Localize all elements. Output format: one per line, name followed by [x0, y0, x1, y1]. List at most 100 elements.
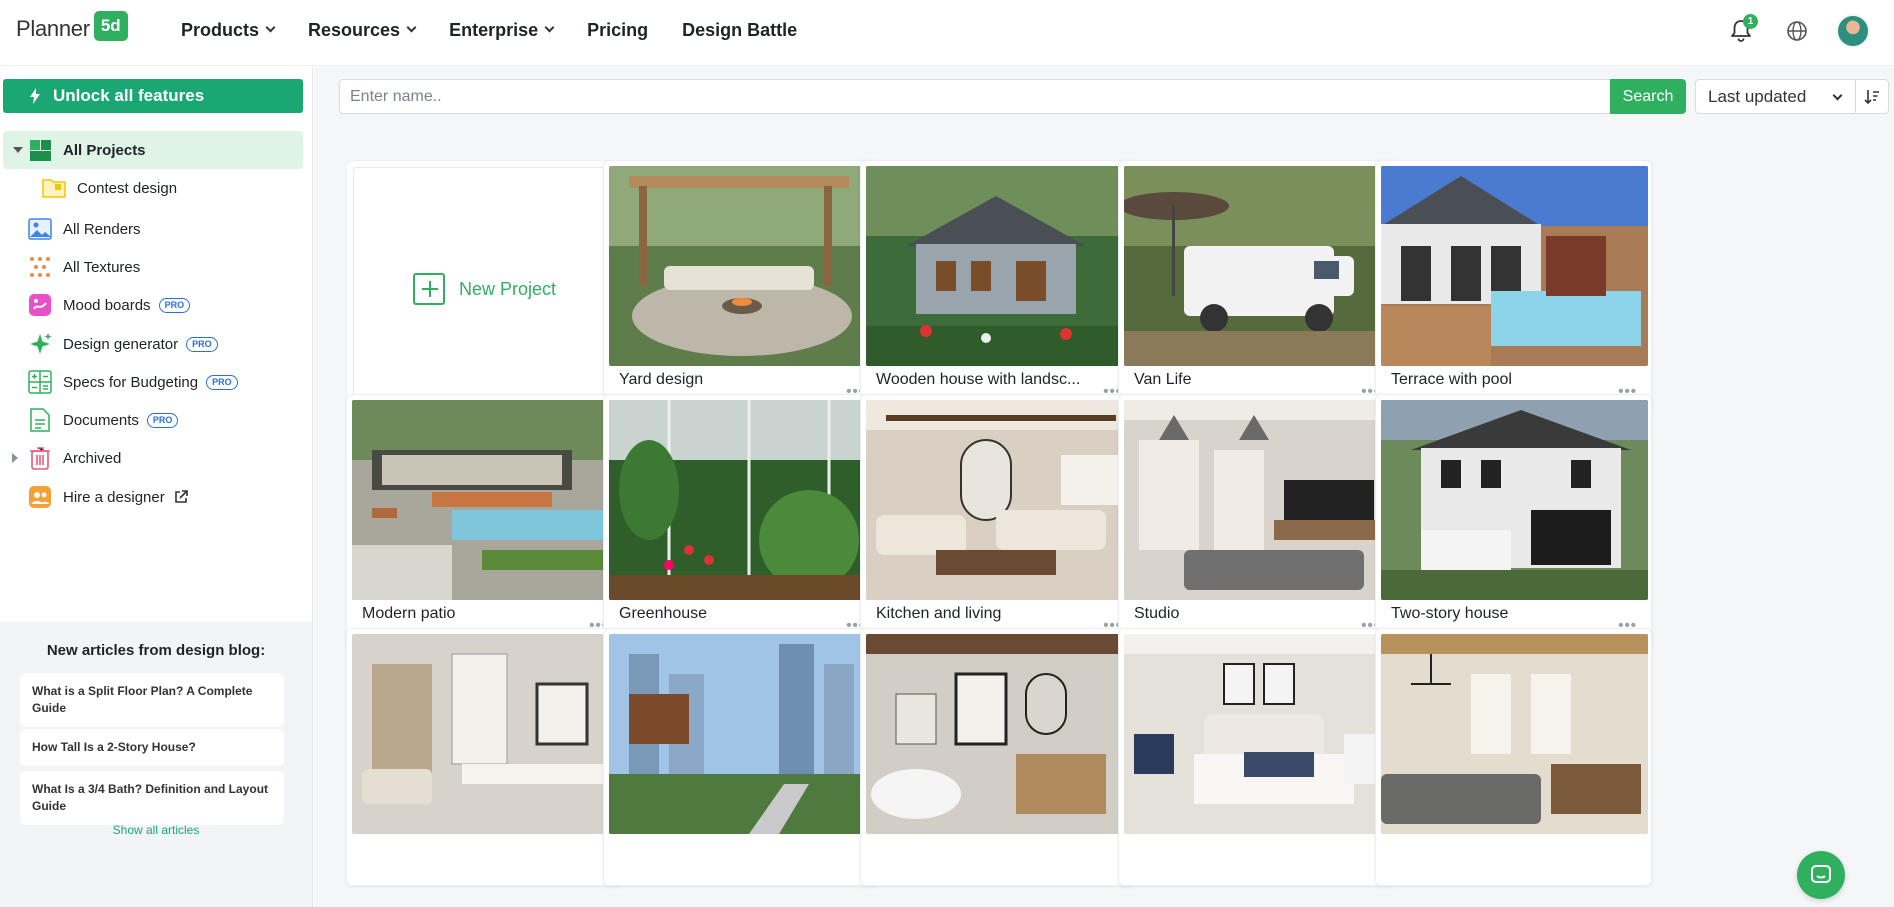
- sidebar-item-label: All Projects: [63, 141, 146, 159]
- sidebar-item-label: Design generator: [63, 335, 179, 353]
- sidebar-item-all-textures[interactable]: All Textures: [0, 248, 303, 286]
- new-project-card: New Project: [346, 160, 623, 418]
- sidebar-item-all-renders[interactable]: All Renders: [0, 210, 303, 248]
- project-thumbnail: [609, 634, 876, 834]
- chat-support-button[interactable]: [1797, 851, 1845, 899]
- sidebar-item-label: Documents: [63, 411, 139, 429]
- project-name: Van Life: [1134, 371, 1192, 388]
- blog-article-link[interactable]: What Is a 3/4 Bath? Definition and Layou…: [20, 771, 284, 825]
- project-thumbnail: [866, 634, 1133, 834]
- nav-enterprise[interactable]: Enterprise: [449, 20, 555, 41]
- project-search-input[interactable]: [339, 79, 1624, 114]
- design-blog-panel: New articles from design blog: What is a…: [0, 622, 312, 907]
- textures-icon: [28, 255, 52, 279]
- nav-pricing-label: Pricing: [587, 20, 649, 40]
- project-thumbnail: [1124, 634, 1391, 834]
- sidebar-item-all-projects[interactable]: All Projects: [3, 131, 303, 169]
- sort-descending-icon: [1864, 89, 1879, 104]
- project-thumbnail: [1124, 166, 1391, 366]
- sidebar-item-documents[interactable]: Documents PRO: [0, 401, 303, 439]
- unlock-label: Unlock all features: [53, 86, 205, 105]
- user-avatar[interactable]: [1836, 14, 1870, 48]
- project-thumbnail: [609, 166, 876, 366]
- show-all-articles-link[interactable]: Show all articles: [0, 823, 312, 837]
- project-card[interactable]: Yard design30.06.2025, 20:22:35•••: [603, 160, 880, 418]
- chat-icon: [1811, 865, 1831, 883]
- sidebar-item-label: All Renders: [63, 220, 141, 238]
- pro-badge: PRO: [186, 336, 218, 352]
- project-card[interactable]: Greenhouse30.06.2025, 20:22:35•••: [603, 394, 880, 652]
- nav-pricing[interactable]: Pricing: [587, 20, 648, 41]
- sidebar-item-specs-for-budgeting[interactable]: Specs for Budgeting PRO: [0, 363, 303, 401]
- project-thumbnail: [1381, 166, 1648, 366]
- sidebar: Unlock all features All Projects Contest…: [0, 67, 313, 907]
- language-button[interactable]: [1780, 14, 1814, 48]
- sidebar-item-design-generator[interactable]: Design generator PRO: [0, 325, 303, 363]
- project-name: Greenhouse: [619, 605, 708, 622]
- projects-grid: New Project Yard design30.06.2025, 20:22…: [314, 124, 1894, 907]
- project-card[interactable]: Modern patio30.06.2025, 20:22:35•••: [346, 394, 623, 652]
- sidebar-item-label: Hire a designer: [63, 488, 165, 506]
- plus-icon: [412, 273, 445, 305]
- document-icon: [28, 408, 52, 432]
- project-card[interactable]: [1375, 628, 1652, 886]
- calculator-icon: [28, 370, 52, 394]
- sidebar-item-archived[interactable]: Archived: [0, 439, 303, 477]
- project-name: Modern patio: [362, 605, 456, 622]
- nav-resources-label: Resources: [308, 20, 401, 40]
- project-card[interactable]: Two-story house30.06.2025, 20:22:34•••: [1375, 394, 1652, 652]
- project-card[interactable]: [1118, 628, 1395, 886]
- sort-dropdown[interactable]: Last updated: [1695, 79, 1856, 114]
- project-name: Wooden house with landsc...: [876, 371, 1081, 388]
- project-name: Terrace with pool: [1391, 371, 1512, 388]
- project-card[interactable]: Studio30.06.2025, 20:22:34•••: [1118, 394, 1395, 652]
- project-card[interactable]: Terrace with pool30.06.2025, 20:22:35•••: [1375, 160, 1652, 418]
- blog-article-link[interactable]: What is a Split Floor Plan? A Complete G…: [20, 673, 284, 727]
- project-card[interactable]: Van Life30.06.2025, 20:22:35•••: [1118, 160, 1395, 418]
- caret-right-icon: [12, 453, 18, 463]
- mood-board-icon: [28, 293, 52, 317]
- project-card[interactable]: [346, 628, 623, 886]
- nav-products-label: Products: [181, 20, 260, 40]
- nav-enterprise-label: Enterprise: [449, 20, 539, 40]
- search-button[interactable]: Search: [1610, 79, 1686, 114]
- project-thumbnail: [866, 400, 1133, 600]
- nav-products[interactable]: Products: [181, 20, 276, 41]
- logo-mark: 5d: [93, 11, 128, 41]
- project-thumbnail: [352, 634, 619, 834]
- sidebar-item-label: Specs for Budgeting: [63, 373, 199, 391]
- project-thumbnail: [1381, 634, 1648, 834]
- project-card[interactable]: [603, 628, 880, 886]
- project-name: Kitchen and living: [876, 605, 1002, 622]
- notification-badge: 1: [1743, 14, 1758, 29]
- blog-title: New articles from design blog:: [46, 642, 266, 659]
- designer-icon: [28, 485, 52, 509]
- trash-icon: [28, 446, 52, 470]
- sidebar-item-contest-design[interactable]: Contest design: [0, 169, 303, 207]
- project-thumbnail: [1124, 400, 1391, 600]
- sort-direction-button[interactable]: [1855, 79, 1889, 114]
- sidebar-item-hire-a-designer[interactable]: Hire a designer: [0, 478, 303, 516]
- external-link-icon: [174, 490, 188, 503]
- project-card[interactable]: [860, 628, 1137, 886]
- project-thumbnail: [352, 400, 619, 600]
- planner5d-logo[interactable]: Planner 5d: [16, 11, 128, 44]
- new-project-label: New Project: [458, 278, 557, 299]
- lightning-icon: [30, 88, 40, 104]
- unlock-all-features-button[interactable]: Unlock all features: [3, 79, 303, 113]
- sidebar-item-mood-boards[interactable]: Mood boards PRO: [0, 286, 303, 324]
- globe-icon: [1787, 21, 1807, 41]
- new-project-button[interactable]: New Project: [353, 167, 616, 411]
- nav-design-battle[interactable]: Design Battle: [682, 20, 797, 41]
- project-card[interactable]: Wooden house with landsc...30.06.2025, 2…: [860, 160, 1137, 418]
- notifications-button[interactable]: 1: [1724, 14, 1758, 48]
- sidebar-item-label: Archived: [63, 449, 122, 467]
- project-name: Two-story house: [1391, 605, 1509, 622]
- project-name: Studio: [1134, 605, 1180, 622]
- projects-toolbar: Search Last updated: [314, 67, 1894, 124]
- nav-resources[interactable]: Resources: [308, 20, 417, 41]
- chevron-down-icon: [265, 22, 276, 33]
- project-card[interactable]: Kitchen and living30.06.2025, 20:22:34••…: [860, 394, 1137, 652]
- blog-article-link[interactable]: How Tall Is a 2-Story House?: [20, 729, 284, 766]
- nav-design-battle-label: Design Battle: [682, 20, 798, 40]
